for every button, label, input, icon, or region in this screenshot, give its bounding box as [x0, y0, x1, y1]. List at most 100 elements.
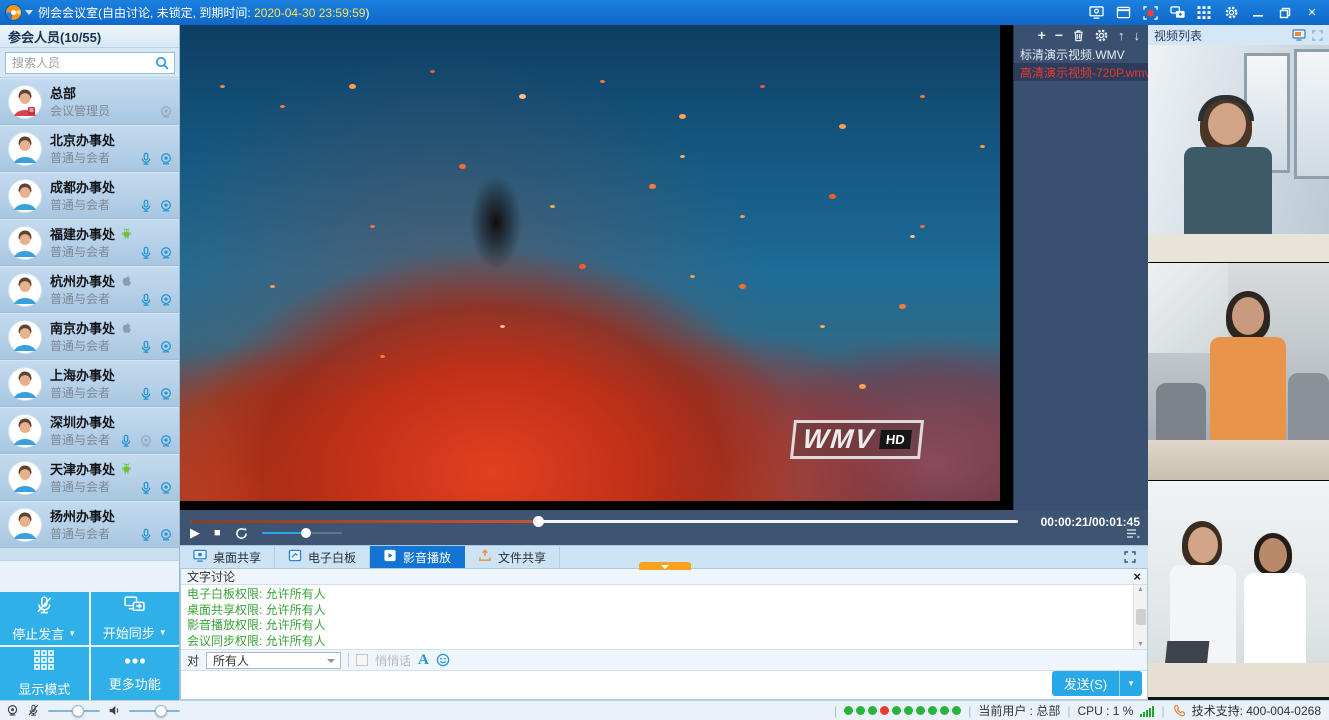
settings-icon[interactable] [1094, 28, 1109, 43]
settings-icon[interactable] [1220, 3, 1242, 22]
scrollbar-thumb[interactable] [1136, 609, 1146, 625]
webcam-icon[interactable] [6, 704, 19, 717]
mic-muted-icon[interactable] [27, 704, 40, 717]
participant-row[interactable]: 成都办事处 普通与会者 [0, 172, 179, 219]
play-button[interactable]: ▶ [190, 525, 200, 541]
webcam-icon[interactable] [159, 199, 173, 213]
webcam-icon[interactable] [159, 340, 173, 354]
volume-slider[interactable] [262, 532, 342, 534]
webcam-icon[interactable] [159, 387, 173, 401]
webcam-icon[interactable] [159, 246, 173, 260]
move-up-icon[interactable]: ↑ [1118, 29, 1125, 42]
chat-scrollbar[interactable]: ▲ ▼ [1133, 585, 1147, 649]
close-icon[interactable]: × [1301, 3, 1323, 22]
mic-icon[interactable] [139, 152, 153, 166]
chevron-down-icon[interactable]: ▼ [159, 628, 167, 637]
mic-off-button[interactable]: 停止发言▼ [0, 592, 89, 645]
participant-row[interactable]: 上海办事处 普通与会者 [0, 360, 179, 407]
search-icon[interactable] [155, 56, 169, 73]
slider-knob[interactable] [72, 705, 84, 717]
expand-icon[interactable] [1312, 30, 1323, 41]
participant-role: 普通与会者 [50, 384, 110, 401]
more-button[interactable]: 更多功能 [91, 647, 180, 700]
current-user-label: 当前用户 : 总部 [978, 702, 1060, 719]
mic-volume-slider[interactable] [48, 710, 100, 712]
monitor-icon[interactable] [1292, 29, 1306, 41]
playlist-item[interactable]: 标清演示视频.WMV [1014, 45, 1148, 63]
video-thumbnail[interactable] [1148, 45, 1329, 263]
video-thumbnail[interactable] [1148, 481, 1329, 697]
slider-knob[interactable] [155, 705, 167, 717]
send-options-caret[interactable]: ▼ [1120, 679, 1142, 688]
webcam-icon[interactable] [159, 152, 173, 166]
whisper-checkbox[interactable] [356, 654, 368, 666]
participant-row[interactable]: 总部 会议管理员 [0, 78, 179, 125]
tab-whiteboard[interactable]: 电子白板 [275, 546, 370, 568]
collapse-handle[interactable] [639, 562, 691, 570]
delete-icon[interactable] [1072, 29, 1085, 42]
record-icon[interactable] [1139, 3, 1161, 22]
webcam-icon[interactable] [159, 481, 173, 495]
recipient-select[interactable]: 所有人 [206, 652, 341, 669]
tab-desktop-share[interactable]: 桌面共享 [180, 546, 275, 568]
mic-icon[interactable] [139, 481, 153, 495]
progress-bar[interactable] [190, 520, 1018, 523]
search-input[interactable] [5, 52, 175, 74]
scroll-down-icon[interactable]: ▼ [1137, 641, 1144, 648]
replay-icon[interactable] [235, 527, 248, 540]
close-icon[interactable]: × [1133, 570, 1141, 583]
playlist-item[interactable]: 高清演示视频-720P.wmv 删除 [1014, 63, 1148, 81]
participant-row[interactable]: 福建办事处 普通与会者 [0, 219, 179, 266]
mic-icon[interactable] [139, 293, 153, 307]
tab-file-share[interactable]: 文件共享 [465, 546, 560, 568]
remove-icon[interactable]: − [1055, 28, 1063, 42]
webcam-icon[interactable] [159, 434, 173, 448]
avatar [8, 367, 42, 401]
chat-header: 文字讨论 × [181, 569, 1147, 585]
mic-icon[interactable] [139, 246, 153, 260]
send-button[interactable]: 发送(S) ▼ [1052, 671, 1142, 696]
volume-knob[interactable] [301, 528, 311, 538]
chevron-down-icon[interactable] [25, 10, 33, 15]
minimize-icon[interactable] [1247, 3, 1269, 22]
participant-row[interactable]: 北京办事处 普通与会者 [0, 125, 179, 172]
emoji-icon[interactable] [436, 653, 450, 667]
add-icon[interactable]: + [1038, 28, 1046, 42]
webcam-icon[interactable] [139, 434, 153, 448]
mic-icon[interactable] [119, 434, 133, 448]
webcam-icon[interactable] [159, 293, 173, 307]
playlist-toggle-icon[interactable] [1126, 528, 1140, 542]
mic-icon[interactable] [139, 340, 153, 354]
chevron-down-icon[interactable]: ▼ [68, 629, 76, 638]
webcam-icon[interactable] [159, 105, 173, 119]
expand-icon[interactable] [1124, 551, 1136, 563]
display-grid-icon[interactable] [1193, 3, 1215, 22]
mic-icon[interactable] [139, 528, 153, 542]
layout-grid-button[interactable]: 显示模式 [0, 647, 89, 700]
move-down-icon[interactable]: ↓ [1134, 29, 1141, 42]
speaker-icon[interactable] [108, 704, 121, 717]
participant-row[interactable]: 南京办事处 普通与会者 [0, 313, 179, 360]
mic-icon[interactable] [139, 199, 153, 213]
participant-row[interactable]: 杭州办事处 普通与会者 [0, 266, 179, 313]
network-sync-icon[interactable] [1166, 3, 1188, 22]
progress-knob[interactable] [533, 516, 544, 527]
tab-media-play[interactable]: 影音播放 [370, 546, 465, 568]
font-style-icon[interactable]: A [418, 652, 429, 669]
maximize-icon[interactable] [1274, 3, 1296, 22]
speaker-volume-slider[interactable] [129, 710, 181, 712]
stop-button[interactable]: ■ [214, 527, 221, 539]
connection-quality-dots [844, 706, 961, 715]
webcam-icon[interactable] [159, 528, 173, 542]
participant-row[interactable]: 扬州办事处 普通与会者 [0, 501, 179, 548]
participant-row[interactable]: 天津办事处 普通与会者 [0, 454, 179, 501]
sync-button[interactable]: 开始同步▼ [91, 592, 180, 645]
window-mode-icon[interactable] [1112, 3, 1134, 22]
screen-share-icon[interactable] [1085, 3, 1107, 22]
chat-input[interactable] [181, 671, 1147, 699]
mic-icon[interactable] [139, 387, 153, 401]
video-thumbnail[interactable] [1148, 263, 1329, 481]
scroll-up-icon[interactable]: ▲ [1137, 586, 1144, 593]
main-video-stage[interactable]: WMV HD [180, 25, 1013, 510]
participant-row[interactable]: 深圳办事处 普通与会者 [0, 407, 179, 454]
